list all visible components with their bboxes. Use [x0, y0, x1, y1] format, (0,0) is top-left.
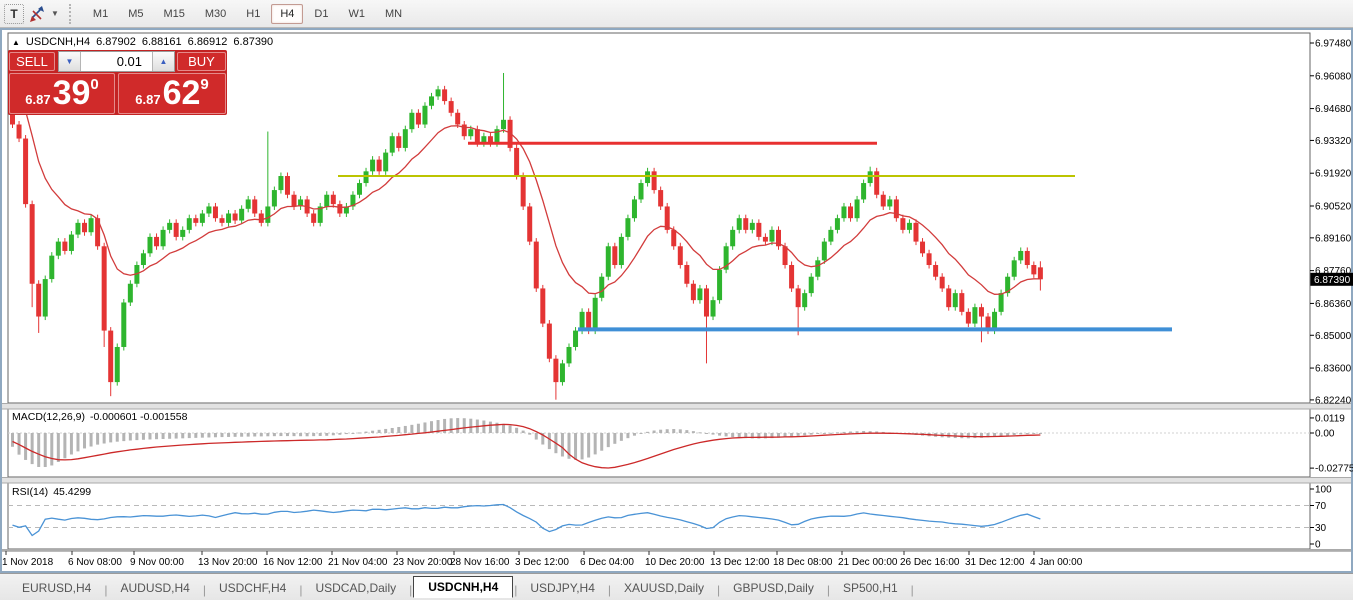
timeframe-M15[interactable]: M15	[154, 4, 193, 24]
tab-GBPUSD-Daily[interactable]: GBPUSD,Daily	[721, 578, 826, 597]
time-axis-label: 16 Nov 12:00	[263, 557, 323, 568]
time-axis-label: 26 Dec 16:00	[900, 557, 960, 568]
current-price-tag: 6.87390	[1311, 273, 1353, 286]
mt4-application: T ▼ M1M5M15M30H1H4D1W1MN 6.974806.960806…	[0, 0, 1353, 600]
sell-price-big: 39	[53, 74, 91, 113]
time-axis-label: 21 Nov 04:00	[328, 557, 388, 568]
volume-stepper: ▼ ▲	[58, 51, 175, 72]
time-axis-label: 28 Nov 16:00	[450, 557, 510, 568]
tab-USDCNH-H4[interactable]: USDCNH,H4	[413, 576, 513, 598]
ohlc-high: 6.88161	[142, 36, 182, 48]
timeframe-buttons: M1M5M15M30H1H4D1W1MN	[83, 4, 412, 24]
timeframe-W1[interactable]: W1	[339, 4, 374, 24]
timeframe-M30[interactable]: M30	[196, 4, 235, 24]
macd-values: -0.000601 -0.001558	[90, 411, 188, 423]
ohlc-low: 6.86912	[188, 36, 228, 48]
volume-input[interactable]	[81, 52, 152, 71]
time-axis-label: 9 Nov 00:00	[130, 557, 184, 568]
time-axis-label: 13 Dec 12:00	[710, 557, 770, 568]
timeframe-M5[interactable]: M5	[119, 4, 152, 24]
buy-button[interactable]: BUY	[177, 52, 226, 71]
sell-price-button[interactable]: 6.87 39 0	[9, 73, 115, 114]
text-tool-button[interactable]: T	[4, 4, 24, 24]
tab-USDJPY-H4[interactable]: USDJPY,H4	[518, 578, 606, 597]
tab-AUDUSD-H4[interactable]: AUDUSD,H4	[108, 578, 201, 597]
toolbar: T ▼ M1M5M15M30H1H4D1W1MN	[0, 0, 1353, 28]
arrows-tool-button[interactable]	[26, 3, 48, 24]
one-click-trading-panel: SELL ▼ ▲ BUY 6.87 39 0 6.87 62 9	[8, 50, 227, 115]
price-axis-label: 6.96080	[1315, 71, 1352, 82]
svg-text:6.87390: 6.87390	[1314, 275, 1351, 286]
timeframe-M1[interactable]: M1	[84, 4, 117, 24]
time-axis-label: 21 Dec 00:00	[838, 557, 898, 568]
rsi-indicator-label: RSI(14) 45.4299	[12, 486, 91, 498]
rsi-axis-label: 0	[1315, 540, 1321, 551]
rsi-axis-label: 30	[1315, 523, 1327, 534]
macd-axis-label: 0.0119	[1315, 413, 1345, 424]
price-axis-label: 6.83600	[1315, 364, 1352, 375]
price-axis-label: 6.91920	[1315, 169, 1352, 180]
time-axis-label: 4 Jan 00:00	[1030, 557, 1083, 568]
tab-XAUUSD-Daily[interactable]: XAUUSD,Daily	[612, 578, 716, 597]
tab-SP500-H1[interactable]: SP500,H1	[831, 578, 910, 597]
time-axis-label: 6 Nov 08:00	[68, 557, 122, 568]
rsi-name: RSI(14)	[12, 486, 48, 498]
tab-USDCHF-H4[interactable]: USDCHF,H4	[207, 578, 298, 597]
price-axis-label: 6.94680	[1315, 104, 1352, 115]
ohlc-close: 6.87390	[233, 36, 273, 48]
buy-price-sup: 9	[200, 76, 208, 93]
price-axis[interactable]: 6.97480 6.96080 6.94680 6.93320 6.91920 6.905…	[1310, 39, 1352, 407]
time-axis-label: 18 Dec 08:00	[773, 557, 833, 568]
time-axis-label: 1 Nov 2018	[2, 557, 54, 568]
price-axis-label: 6.82240	[1315, 395, 1352, 406]
one-click-collapse-icon[interactable]: ▲	[12, 38, 20, 47]
macd-name: MACD(12,26,9)	[12, 411, 85, 423]
arrows-dropdown-caret[interactable]: ▼	[51, 9, 59, 18]
buy-price-base: 6.87	[135, 92, 160, 107]
macd-axis-label: -0.027754	[1315, 464, 1353, 475]
macd-axis-label: 0.00	[1315, 429, 1335, 440]
macd-axis[interactable]: 0.0119 0.00 -0.027754	[1310, 413, 1353, 474]
timeframe-MN[interactable]: MN	[376, 4, 411, 24]
symbol-tab-bar: EURUSD,H4|AUDUSD,H4|USDCHF,H4|USDCAD,Dai…	[0, 573, 1353, 600]
price-axis-label: 6.97480	[1315, 39, 1352, 50]
price-axis-label: 6.85000	[1315, 331, 1352, 342]
tab-USDCAD-Daily[interactable]: USDCAD,Daily	[303, 578, 408, 597]
volume-decrease-button[interactable]: ▼	[59, 52, 81, 71]
tab-separator: |	[910, 583, 915, 597]
rsi-axis[interactable]: 100 70 30 0	[1310, 485, 1332, 551]
sell-price-base: 6.87	[25, 92, 50, 107]
time-axis-label: 23 Nov 20:00	[393, 557, 453, 568]
buy-price-big: 62	[163, 74, 201, 113]
rsi-axis-label: 70	[1315, 501, 1327, 512]
price-axis-label: 6.90520	[1315, 201, 1352, 212]
time-axis[interactable]: 1 Nov 2018 6 Nov 08:00 9 Nov 00:00 13 Nov 2…	[2, 551, 1351, 568]
crossed-arrows-icon	[28, 5, 46, 23]
macd-indicator-label: MACD(12,26,9) -0.000601 -0.001558	[12, 411, 187, 423]
rsi-value: 45.4299	[53, 486, 91, 498]
ohlc-open: 6.87902	[96, 36, 136, 48]
timeframe-H1[interactable]: H1	[237, 4, 269, 24]
timeframe-D1[interactable]: D1	[305, 4, 337, 24]
chart-header: ▲ USDCNH,H4 6.87902 6.88161 6.86912 6.87…	[12, 36, 273, 48]
toolbar-grip[interactable]	[69, 4, 75, 24]
volume-increase-button[interactable]: ▲	[152, 52, 174, 71]
buy-price-button[interactable]: 6.87 62 9	[118, 73, 226, 114]
timeframe-H4[interactable]: H4	[271, 4, 303, 24]
price-axis-label: 6.89160	[1315, 233, 1352, 244]
sell-price-sup: 0	[90, 76, 98, 93]
chart-symbol-period: USDCNH,H4	[26, 36, 90, 48]
time-axis-label: 10 Dec 20:00	[645, 557, 705, 568]
price-axis-label: 6.86360	[1315, 299, 1352, 310]
rsi-axis-label: 100	[1315, 485, 1332, 496]
price-axis-label: 6.93320	[1315, 136, 1352, 147]
tab-EURUSD-H4[interactable]: EURUSD,H4	[10, 578, 103, 597]
time-axis-label: 13 Nov 20:00	[198, 557, 258, 568]
time-axis-label: 6 Dec 04:00	[580, 557, 634, 568]
sell-button[interactable]: SELL	[9, 52, 55, 71]
time-axis-label: 31 Dec 12:00	[965, 557, 1025, 568]
time-axis-label: 3 Dec 12:00	[515, 557, 569, 568]
